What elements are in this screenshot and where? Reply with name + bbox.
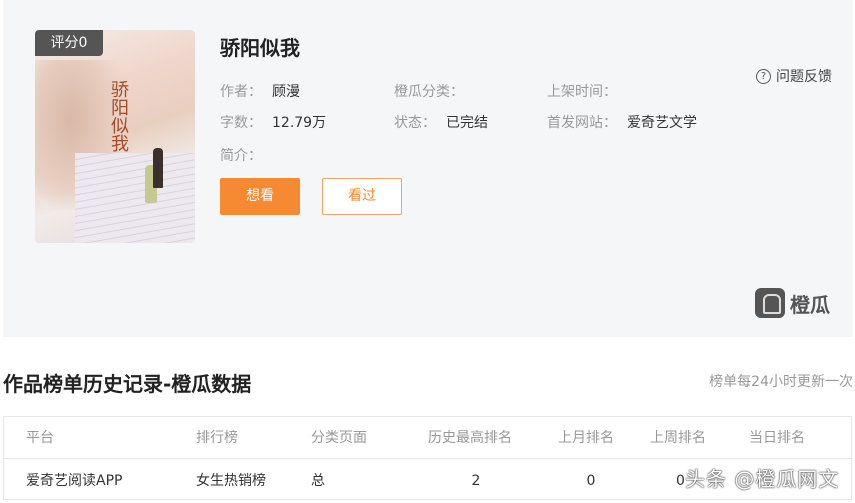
question-icon: ? bbox=[756, 68, 771, 84]
author-field: 作者： 顾漫 bbox=[220, 81, 300, 101]
author-value[interactable]: 顾漫 bbox=[272, 84, 300, 100]
listed-field: 上架时间： bbox=[547, 81, 617, 101]
feedback-link[interactable]: ? 问题反馈 bbox=[756, 66, 832, 86]
status-field: 状态： 已完结 bbox=[394, 112, 488, 132]
column-header-best-rank: 历史最高排名 bbox=[428, 430, 512, 446]
score-badge: 评分0 bbox=[35, 30, 103, 56]
cell-category-page: 总 bbox=[311, 473, 325, 489]
words-field: 字数： 12.79万 bbox=[220, 112, 326, 132]
update-note: 榜单每24小时更新一次 bbox=[709, 374, 853, 390]
cell-platform: 爱奇艺阅读APP bbox=[26, 473, 123, 489]
intro-label: 简介： bbox=[220, 148, 262, 164]
chenggua-logo: 橙瓜 bbox=[755, 288, 830, 318]
words-label: 字数： bbox=[220, 115, 262, 131]
cell-best-rank: 2 bbox=[471, 473, 481, 489]
category-label: 橙瓜分类： bbox=[394, 84, 464, 100]
site-value: 爱奇艺文学 bbox=[627, 115, 697, 131]
cell-chart: 女生热销榜 bbox=[196, 473, 266, 489]
status-label: 状态： bbox=[394, 115, 436, 131]
column-header-last-week: 上周排名 bbox=[650, 430, 706, 446]
category-field: 橙瓜分类： bbox=[394, 81, 464, 101]
words-value: 12.79万 bbox=[272, 115, 327, 131]
intro-field: 简介： bbox=[220, 145, 262, 165]
site-field: 首发网站： 爱奇艺文学 bbox=[547, 112, 697, 132]
watermark: 头条 @橙瓜网文 bbox=[685, 467, 840, 491]
cell-last-week: 0 bbox=[676, 473, 685, 489]
site-label: 首发网站： bbox=[547, 115, 617, 131]
column-header-last-month: 上月排名 bbox=[558, 430, 614, 446]
column-header-chart: 排行榜 bbox=[196, 430, 238, 446]
author-label: 作者： bbox=[220, 84, 262, 100]
table-header-row: 平台 排行榜 分类页面 历史最高排名 上月排名 上周排名 当日排名 bbox=[4, 417, 851, 459]
column-header-today: 当日排名 bbox=[749, 430, 805, 446]
cell-last-month: 0 bbox=[586, 473, 596, 489]
book-title: 骄阳似我 bbox=[220, 36, 300, 60]
listed-label: 上架时间： bbox=[547, 84, 617, 100]
feedback-label: 问题反馈 bbox=[776, 69, 832, 85]
column-header-platform: 平台 bbox=[26, 430, 54, 446]
robot-reader-icon bbox=[755, 288, 785, 318]
logo-text: 橙瓜 bbox=[790, 292, 830, 317]
want-to-read-button[interactable]: 想看 bbox=[220, 178, 300, 215]
book-cover-image[interactable]: 骄阳似我 bbox=[35, 30, 195, 243]
column-header-category-page: 分类页面 bbox=[311, 430, 367, 446]
cover-title: 骄阳似我 bbox=[108, 80, 129, 152]
status-value: 已完结 bbox=[446, 115, 488, 131]
have-read-button[interactable]: 看过 bbox=[322, 178, 402, 215]
history-section-title: 作品榜单历史记录-橙瓜数据 bbox=[3, 372, 252, 396]
